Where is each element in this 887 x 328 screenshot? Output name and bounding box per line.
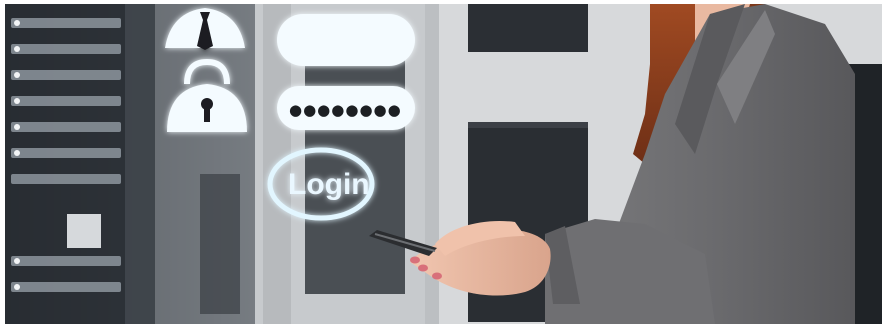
hero-photo: ●●●●●●●● Login (5, 4, 882, 324)
server-room-background (5, 4, 882, 324)
server-cabinets-middle (155, 4, 439, 324)
server-rack-left (5, 4, 155, 324)
